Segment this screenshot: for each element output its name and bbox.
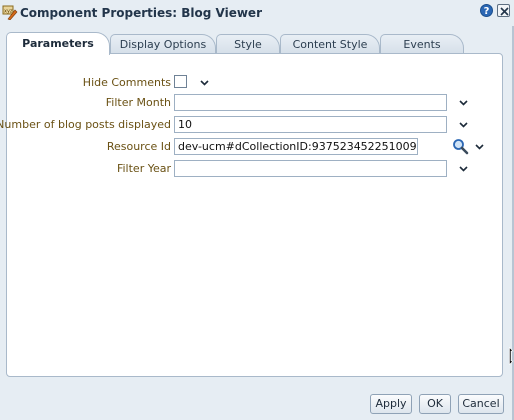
tab-bar: Parameters Display Options Style Content… <box>6 32 466 55</box>
tab-events[interactable]: Events <box>380 34 464 54</box>
chevron-down-icon[interactable] <box>459 164 468 173</box>
help-icon[interactable]: ? <box>480 4 493 17</box>
hide-comments-label: Hide Comments <box>82 76 171 89</box>
hide-comments-row: Hide Comments <box>7 74 504 92</box>
dialog-titlebar: xyz Component Properties: Blog Viewer ? <box>0 0 514 26</box>
tab-style[interactable]: Style <box>216 34 280 54</box>
filter-year-field[interactable] <box>174 160 447 177</box>
chevron-down-icon[interactable] <box>200 78 209 87</box>
tool-icon: xyz <box>2 5 18 20</box>
parameters-panel: Hide Comments Filter Month Number of blo… <box>0 53 504 377</box>
dialog-title: Component Properties: Blog Viewer <box>20 6 262 20</box>
hide-comments-checkbox[interactable] <box>174 75 187 88</box>
num-posts-row: Number of blog posts displayed 10 <box>0 116 504 134</box>
ok-button[interactable]: OK <box>419 394 451 414</box>
chevron-down-icon[interactable] <box>459 98 468 107</box>
resource-id-row: Resource Id dev-ucm#dCollectionID:937523… <box>7 138 504 156</box>
resource-id-label: Resource Id <box>106 140 171 153</box>
chevron-down-icon[interactable] <box>459 120 468 129</box>
apply-button[interactable]: Apply <box>370 394 412 414</box>
close-icon[interactable] <box>497 4 510 17</box>
chevron-down-icon[interactable] <box>475 142 484 151</box>
filter-year-row: Filter Year <box>7 160 504 178</box>
filter-month-field[interactable] <box>174 94 447 111</box>
filter-month-label: Filter Month <box>105 96 171 109</box>
svg-text:xyz: xyz <box>4 9 13 15</box>
search-icon[interactable] <box>452 138 469 155</box>
tab-content-style[interactable]: Content Style <box>280 34 380 54</box>
num-posts-field[interactable]: 10 <box>174 116 447 133</box>
filter-month-row: Filter Month <box>7 94 504 112</box>
filter-year-label: Filter Year <box>116 162 171 175</box>
num-posts-label: Number of blog posts displayed <box>0 118 171 131</box>
cursor-icon <box>509 347 514 365</box>
tab-parameters[interactable]: Parameters <box>6 32 110 55</box>
cancel-button[interactable]: Cancel <box>458 394 504 414</box>
tab-display-options[interactable]: Display Options <box>110 34 216 54</box>
resource-id-field[interactable]: dev-ucm#dCollectionID:937523452251009273 <box>174 138 418 155</box>
